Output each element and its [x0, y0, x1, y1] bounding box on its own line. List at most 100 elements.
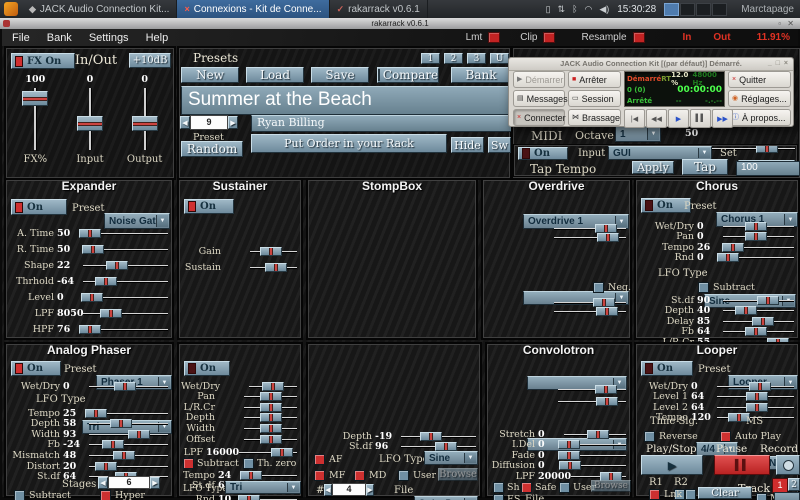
param-slider[interactable]: [83, 277, 168, 286]
slider-knob[interactable]: [587, 429, 610, 439]
phaser-on-button[interactable]: On: [11, 361, 61, 376]
param-slider[interactable]: [723, 221, 794, 231]
slider-knob[interactable]: [420, 431, 442, 441]
chevron-down-icon[interactable]: ▼: [464, 453, 476, 463]
order-button[interactable]: Put Order in your Rack: [251, 134, 447, 153]
about-button[interactable]: ⓘ À propos...: [728, 109, 791, 126]
preset-name-field[interactable]: Summer at the Beach: [181, 86, 514, 115]
slider-knob[interactable]: [716, 253, 739, 263]
slider-knob[interactable]: [597, 233, 619, 242]
slider-knob[interactable]: [259, 402, 282, 412]
mf-checkbox[interactable]: [314, 470, 325, 481]
slider-knob[interactable]: [595, 397, 618, 406]
preset-prev-button[interactable]: ◀: [180, 116, 190, 129]
play-stop-button[interactable]: ▶: [641, 455, 703, 475]
slider-knob[interactable]: [22, 91, 49, 107]
slider-knob[interactable]: [756, 295, 779, 305]
gain-10db-button[interactable]: +10dB: [129, 53, 171, 68]
taskbar-window-button[interactable]: ◆ JACK Audio Connection Kit...: [22, 0, 178, 18]
param-slider[interactable]: [80, 293, 168, 302]
param-slider[interactable]: [401, 442, 476, 452]
flanger-on-button[interactable]: On: [184, 361, 230, 376]
param-slider[interactable]: [89, 450, 168, 460]
param-slider[interactable]: [244, 423, 297, 433]
thzero-checkbox[interactable]: [243, 458, 254, 469]
clear-button[interactable]: Clear: [698, 487, 752, 499]
slider-knob[interactable]: [557, 450, 580, 460]
slider-knob[interactable]: [95, 461, 118, 471]
quick-preset-button[interactable]: U: [490, 53, 509, 64]
pause-button[interactable]: ▌▌: [714, 455, 770, 475]
param-slider[interactable]: [85, 408, 168, 418]
slider-knob[interactable]: [746, 402, 769, 412]
param-slider[interactable]: [249, 381, 297, 391]
param-slider[interactable]: [250, 247, 297, 256]
session-button[interactable]: ▭ Session: [568, 90, 621, 107]
chevron-down-icon[interactable]: ▼: [698, 148, 710, 158]
slider-knob[interactable]: [85, 408, 108, 418]
param-slider[interactable]: [240, 470, 297, 480]
param-slider[interactable]: [717, 381, 794, 391]
slider-knob[interactable]: [127, 429, 150, 439]
param-slider[interactable]: [89, 461, 168, 471]
safe-checkbox[interactable]: [521, 482, 532, 493]
preset-number[interactable]: 9: [190, 115, 228, 130]
es-checkbox[interactable]: [493, 494, 504, 500]
tap-input-combo[interactable]: GUI ▼: [608, 146, 712, 160]
looper-on-button[interactable]: On: [641, 361, 693, 376]
compare-button[interactable]: Compare: [377, 67, 439, 83]
stages-down-button[interactable]: ◀: [98, 476, 108, 489]
messages-button[interactable]: ▤ Messages: [513, 90, 568, 107]
subtract-checkbox[interactable]: [14, 490, 25, 500]
tap-on-button[interactable]: On: [518, 147, 568, 160]
volume-slider[interactable]: [130, 86, 160, 152]
quick-preset-button[interactable]: 1: [421, 53, 440, 64]
workspace-pager[interactable]: [664, 2, 728, 16]
param-slider[interactable]: [557, 450, 626, 460]
transport-button[interactable]: |◀: [624, 109, 645, 128]
expander-on-button[interactable]: On: [11, 199, 67, 215]
subtract-checkbox[interactable]: [183, 458, 194, 469]
param-slider[interactable]: [558, 385, 626, 394]
swap-button[interactable]: Sw: [488, 137, 511, 153]
param-slider[interactable]: [723, 306, 794, 316]
slider-knob[interactable]: [259, 434, 282, 444]
window-controls[interactable]: ▫ ✕: [778, 18, 796, 29]
param-slider[interactable]: [78, 325, 168, 334]
param-slider[interactable]: [723, 327, 794, 337]
slider-knob[interactable]: [110, 419, 133, 429]
slider-knob[interactable]: [745, 327, 768, 337]
apply-button[interactable]: Apply: [632, 161, 674, 174]
count-value[interactable]: 4: [332, 483, 366, 496]
slider-knob[interactable]: [238, 494, 261, 500]
slider-knob[interactable]: [78, 325, 101, 334]
stages-value[interactable]: 6: [108, 476, 150, 489]
menu-item[interactable]: File: [12, 32, 30, 44]
slider-knob[interactable]: [745, 221, 768, 231]
menu-item[interactable]: Settings: [89, 32, 129, 44]
tray-icon[interactable]: ◠: [584, 4, 592, 15]
track2-button[interactable]: 2: [788, 478, 800, 491]
param-slider[interactable]: [238, 494, 297, 500]
sh-checkbox[interactable]: [493, 482, 504, 493]
track-time-field[interactable]: [774, 492, 800, 500]
settings-button[interactable]: ◉ Réglages...: [728, 90, 791, 107]
slider-knob[interactable]: [594, 385, 617, 394]
transport-button[interactable]: ▶: [668, 109, 689, 128]
menu-item[interactable]: Help: [146, 32, 169, 44]
param-slider[interactable]: [717, 392, 794, 402]
jack-titlebar[interactable]: JACK Audio Connection Kit [(par défaut)]…: [509, 58, 793, 71]
sustainer-on-button[interactable]: On: [184, 199, 234, 214]
slider-knob[interactable]: [80, 293, 103, 302]
new-button[interactable]: New: [181, 67, 239, 83]
param-slider[interactable]: [244, 413, 297, 423]
subtract-checkbox[interactable]: [698, 282, 709, 293]
slider-knob[interactable]: [112, 450, 135, 460]
param-slider[interactable]: [250, 263, 297, 272]
slider-knob[interactable]: [749, 381, 772, 391]
param-slider[interactable]: [717, 402, 794, 412]
tray-icon[interactable]: ᛒ: [572, 4, 577, 14]
transport-button[interactable]: ▌▌: [690, 109, 711, 128]
menu-item[interactable]: Bank: [47, 32, 72, 44]
tray-icon[interactable]: ▯: [546, 4, 551, 15]
